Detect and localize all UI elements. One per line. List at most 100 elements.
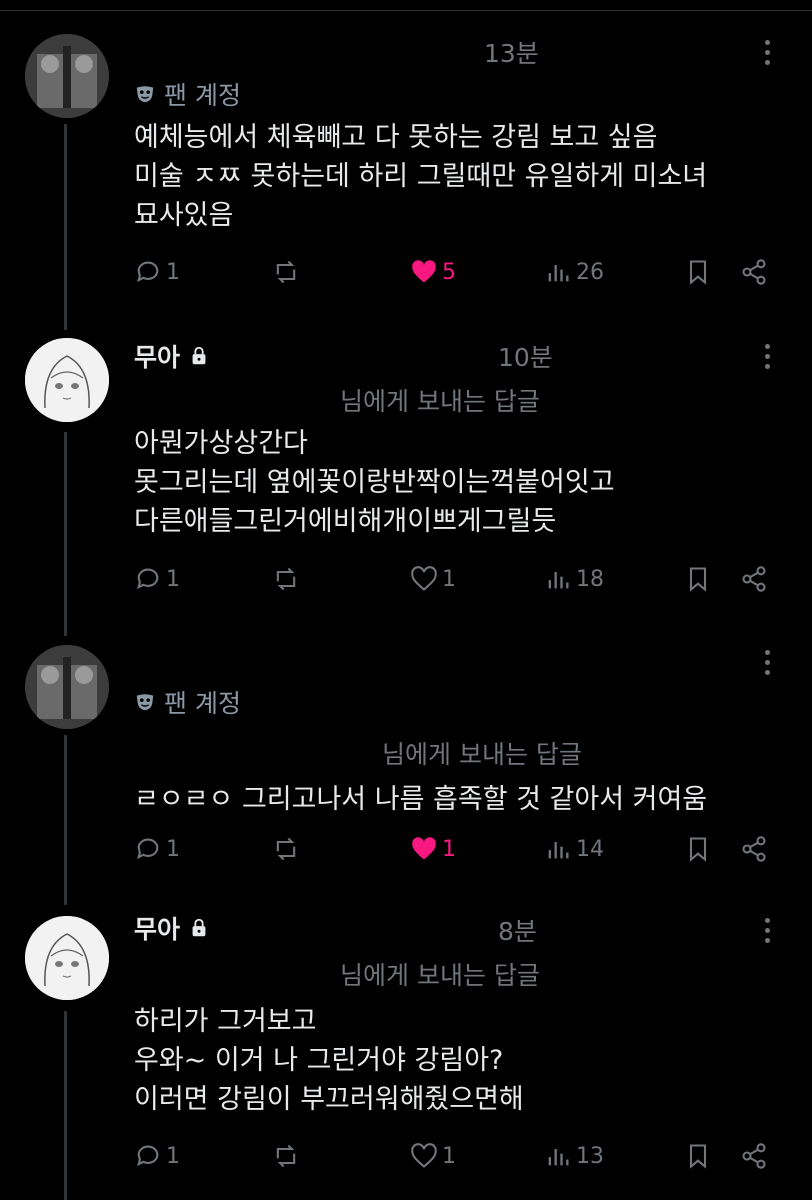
- thread-line: [64, 432, 67, 636]
- fan-account-label: 팬 계정: [164, 689, 241, 718]
- post-time[interactable]: 8분: [498, 912, 537, 948]
- fan-account-label: 팬 계정: [164, 81, 241, 110]
- like-button[interactable]: 1: [410, 565, 456, 593]
- post-body: ㄹㅇㄹㅇ 그리고나서 나름 흡족할 것 같아서 커여움: [134, 780, 707, 819]
- reply-count: 1: [166, 566, 180, 592]
- views-icon: [548, 265, 569, 282]
- bookmark-icon: [689, 837, 707, 862]
- bookmark-button[interactable]: [684, 258, 712, 286]
- reply-icon: [137, 261, 159, 283]
- view-count: 13: [576, 1143, 604, 1169]
- post-line: 못그리는데 옆에꽃이랑반짝이는꺽붙어잇고: [134, 467, 615, 498]
- post-time[interactable]: 10분: [498, 338, 553, 374]
- avatar[interactable]: [25, 338, 109, 422]
- like-count: 1: [442, 566, 456, 592]
- display-name[interactable]: 무아: [134, 338, 180, 374]
- reply-to-label[interactable]: 님에게 보내는 답글: [382, 735, 582, 771]
- reply-count: 1: [166, 836, 180, 862]
- share-icon: [742, 1143, 766, 1169]
- avatar[interactable]: [25, 645, 109, 729]
- author-row: 무아: [134, 338, 210, 374]
- repost-button[interactable]: [272, 565, 300, 593]
- top-divider: [0, 10, 812, 11]
- heart-filled-icon: [412, 260, 436, 283]
- reply-button[interactable]: 1: [134, 835, 180, 863]
- reply-button[interactable]: 1: [134, 565, 180, 593]
- display-name[interactable]: 무아: [134, 910, 180, 946]
- action-bar: 1 1 13: [0, 1142, 812, 1182]
- lock-icon: [192, 918, 206, 937]
- views-icon: [548, 842, 569, 859]
- more-options-icon[interactable]: [762, 918, 772, 948]
- avatar-image: [25, 645, 109, 729]
- share-icon: [742, 836, 766, 862]
- bookmark-icon: [689, 1144, 707, 1169]
- views-icon: [548, 572, 569, 589]
- mask-icon: [136, 86, 154, 103]
- reply-icon: [137, 1145, 159, 1167]
- share-button[interactable]: [740, 1142, 768, 1170]
- heart-filled-icon: [412, 837, 436, 860]
- views-button[interactable]: 13: [544, 1142, 604, 1170]
- avatar-image: [25, 916, 109, 1000]
- bookmark-button[interactable]: [684, 1142, 712, 1170]
- more-options-icon[interactable]: [762, 344, 772, 374]
- views-icon: [548, 1149, 569, 1166]
- repost-icon: [276, 260, 296, 284]
- bookmark-icon: [689, 260, 707, 285]
- post-line: 하리가 그거보고: [134, 1006, 317, 1037]
- reply-to-label[interactable]: 님에게 보내는 답글: [340, 382, 540, 418]
- like-count: 5: [442, 259, 456, 285]
- post-body: 하리가 그거보고 우와~ 이거 나 그린거야 강림아? 이러면 강림이 부끄러워해줬…: [134, 1002, 524, 1119]
- author-row: 팬 계정: [134, 76, 241, 112]
- thread-line: [64, 124, 67, 330]
- reply-count: 1: [166, 1143, 180, 1169]
- post-body: 예체능에서 체육빼고 다 못하는 강림 보고 싶음미술 ㅈㅉ 못하는데 하리 그…: [134, 118, 707, 235]
- post-line: 우와~ 이거 나 그린거야 강림아?: [134, 1045, 504, 1076]
- post-line: ㄹㅇㄹㅇ 그리고나서 나름 흡족할 것 같아서 커여움: [134, 784, 708, 815]
- bookmark-button[interactable]: [684, 565, 712, 593]
- repost-button[interactable]: [272, 835, 300, 863]
- more-options-icon[interactable]: [762, 40, 772, 70]
- repost-icon: [276, 837, 296, 861]
- share-button[interactable]: [740, 258, 768, 286]
- reply-button[interactable]: 1: [134, 258, 180, 286]
- post-line: 미술 ㅈㅉ 못하는데 하리 그릴때만 유일하게 미소녀: [134, 161, 708, 192]
- reply-icon: [137, 568, 159, 590]
- heart-icon: [411, 566, 437, 591]
- views-button[interactable]: 14: [544, 835, 604, 863]
- share-button[interactable]: [740, 835, 768, 863]
- view-count: 26: [576, 259, 604, 285]
- reply-count: 1: [166, 259, 180, 285]
- action-bar: 1 5 26: [0, 258, 812, 298]
- avatar[interactable]: [25, 34, 109, 118]
- reply-icon: [137, 838, 159, 860]
- avatar[interactable]: [25, 916, 109, 1000]
- post-body: 아뭔가상상간다못그리는데 옆에꽃이랑반짝이는꺽붙어잇고다른애들그린거에비해개이쁘…: [134, 424, 615, 541]
- post-line: 예체능에서 체육빼고 다 못하는 강림 보고 싶음: [134, 122, 658, 153]
- repost-button[interactable]: [272, 258, 300, 286]
- author-row: 무아: [134, 910, 210, 946]
- post-line: 아뭔가상상간다: [134, 428, 308, 459]
- bookmark-button[interactable]: [684, 835, 712, 863]
- bookmark-icon: [689, 567, 707, 592]
- repost-icon: [276, 567, 296, 591]
- like-button[interactable]: 1: [410, 835, 456, 863]
- more-options-icon[interactable]: [762, 650, 772, 680]
- thread-line: [64, 735, 67, 905]
- repost-button[interactable]: [272, 1142, 300, 1170]
- like-button[interactable]: 1: [410, 1142, 456, 1170]
- author-row: 팬 계정: [134, 684, 241, 720]
- repost-icon: [276, 1144, 296, 1168]
- mask-icon: [136, 694, 154, 711]
- reply-to-label[interactable]: 님에게 보내는 답글: [340, 956, 540, 992]
- like-button[interactable]: 5: [410, 258, 456, 286]
- views-button[interactable]: 18: [544, 565, 604, 593]
- post-time[interactable]: 13분: [484, 34, 539, 70]
- reply-button[interactable]: 1: [134, 1142, 180, 1170]
- share-button[interactable]: [740, 565, 768, 593]
- view-count: 18: [576, 566, 604, 592]
- action-bar: 1 1 14: [0, 835, 812, 875]
- views-button[interactable]: 26: [544, 258, 604, 286]
- post-line: 다른애들그린거에비해개이쁘게그릴듯: [134, 506, 557, 537]
